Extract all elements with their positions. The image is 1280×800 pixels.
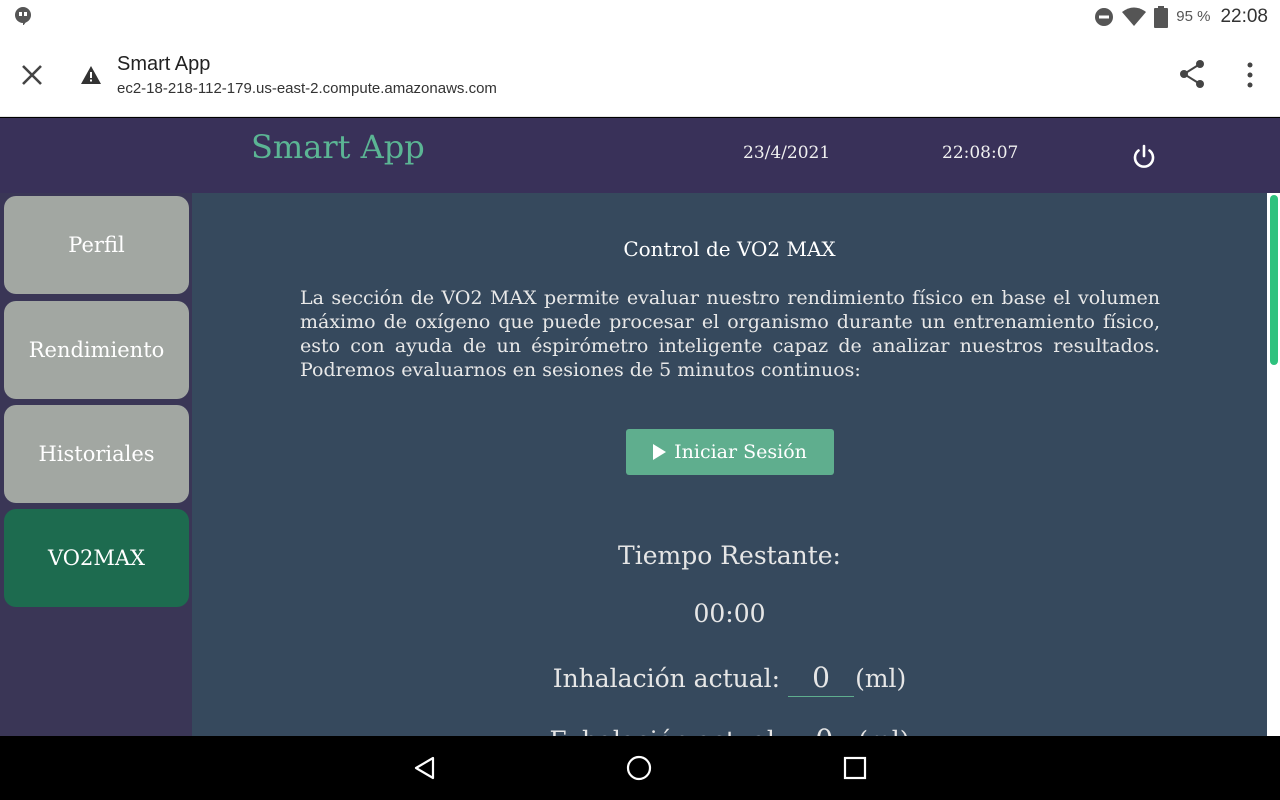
main-content: Control de VO2 MAX La sección de VO2 MAX… bbox=[192, 193, 1267, 736]
header-time: 22:08:07 bbox=[942, 143, 1019, 163]
battery-icon bbox=[1154, 5, 1169, 28]
battery-percent: 95 % bbox=[1176, 8, 1211, 25]
browser-url[interactable]: ec2-18-218-112-179.us-east-2.compute.ama… bbox=[117, 80, 497, 97]
exhalation-row: Exhalación actual: (ml) bbox=[192, 723, 1267, 736]
inhalation-label: Inhalación actual: bbox=[552, 664, 781, 693]
sidebar-item-historiales[interactable]: Historiales bbox=[4, 405, 189, 503]
more-vert-icon[interactable] bbox=[1240, 60, 1260, 90]
power-icon[interactable] bbox=[1131, 143, 1157, 171]
sidebar-item-rendimiento[interactable]: Rendimiento bbox=[4, 301, 189, 399]
timer-label: Tiempo Restante: bbox=[618, 541, 841, 570]
app-brand[interactable]: Smart App bbox=[251, 128, 425, 166]
status-icons: 95 % 22:08 bbox=[1094, 4, 1268, 29]
status-bar: 95 % 22:08 bbox=[0, 0, 1280, 33]
exhalation-field[interactable] bbox=[791, 723, 858, 736]
inhalation-field[interactable] bbox=[788, 661, 855, 697]
navigation-bar bbox=[0, 736, 1280, 800]
inhalation-row: Inhalación actual: (ml) bbox=[192, 661, 1267, 697]
start-session-label: Iniciar Sesión bbox=[674, 441, 807, 463]
sidebar-item-vo2max[interactable]: VO2MAX bbox=[4, 509, 189, 607]
sidebar-item-perfil[interactable]: Perfil bbox=[4, 196, 189, 294]
timer-value: 00:00 bbox=[693, 599, 766, 628]
exhalation-label: Exhalación actual: bbox=[550, 726, 784, 736]
start-session-button[interactable]: Iniciar Sesión bbox=[626, 429, 834, 475]
home-icon[interactable] bbox=[626, 755, 652, 781]
do-not-disturb-icon bbox=[1095, 7, 1114, 26]
recents-icon[interactable] bbox=[843, 756, 867, 780]
header-date: 23/4/2021 bbox=[743, 143, 831, 163]
section-description: La sección de VO2 MAX permite evaluar nu… bbox=[300, 287, 1160, 381]
browser-page-title: Smart App bbox=[117, 53, 211, 75]
close-icon[interactable] bbox=[18, 61, 46, 89]
back-icon[interactable] bbox=[412, 755, 438, 781]
share-icon[interactable] bbox=[1178, 59, 1206, 89]
scrollbar-thumb[interactable] bbox=[1270, 195, 1278, 365]
hangouts-notification-icon bbox=[15, 7, 31, 25]
page-scrollbar[interactable] bbox=[1267, 193, 1280, 736]
play-icon bbox=[653, 444, 667, 460]
app-header: Smart App 23/4/2021 22:08:07 bbox=[0, 118, 1280, 193]
wifi-icon bbox=[1122, 7, 1147, 26]
status-clock: 22:08 bbox=[1220, 5, 1268, 27]
warning-icon[interactable] bbox=[80, 65, 102, 85]
sidebar: Perfil Rendimiento Historiales VO2MAX bbox=[0, 193, 192, 736]
page-title: Control de VO2 MAX bbox=[623, 237, 836, 261]
browser-toolbar: Smart App ec2-18-218-112-179.us-east-2.c… bbox=[0, 33, 1280, 117]
exhalation-unit: (ml) bbox=[858, 726, 909, 736]
inhalation-unit: (ml) bbox=[855, 664, 907, 693]
